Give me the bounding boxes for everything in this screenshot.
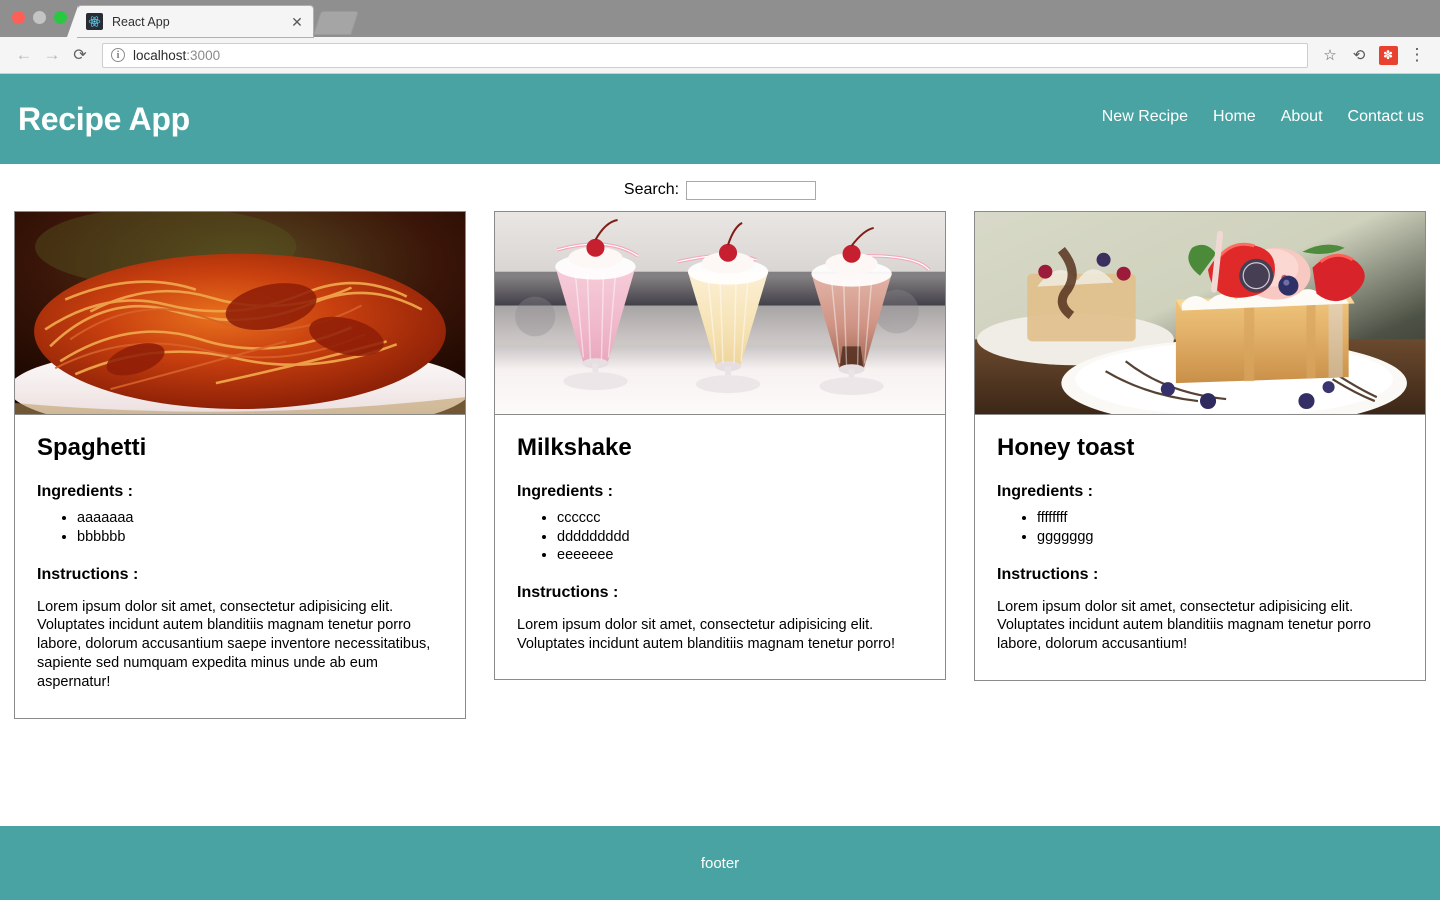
ingredients-list: aaaaaaa bbbbbb xyxy=(37,509,443,545)
instructions-label: Instructions : xyxy=(517,583,619,601)
instructions-text: Lorem ipsum dolor sit amet, consectetur … xyxy=(37,598,431,691)
maximize-window-button[interactable] xyxy=(54,11,67,24)
ingredients-list: cccccc ddddddddd eeeeeee xyxy=(517,509,923,563)
instructions-text: Lorem ipsum dolor sit amet, consectetur … xyxy=(997,598,1371,653)
search-input[interactable] xyxy=(686,180,817,200)
spaghetti-photo xyxy=(15,212,465,415)
browser-tab[interactable]: React App ✕ xyxy=(67,6,313,37)
minimize-window-button[interactable] xyxy=(33,11,46,24)
ingredients-list: ffffffff ggggggg xyxy=(997,509,1403,545)
page-title: Recipe App xyxy=(18,100,190,137)
main-navigation: New Recipe Home About Contact us xyxy=(1102,108,1424,130)
back-icon[interactable]: ← xyxy=(10,41,38,69)
browser-toolbar: ← → ⟳ i localhost:3000 ☆ ⟲ ✽ ⋮ xyxy=(0,37,1440,74)
site-info-icon[interactable]: i xyxy=(111,48,125,62)
list-item: eeeeeee xyxy=(557,546,923,564)
nav-link-contact-us[interactable]: Contact us xyxy=(1348,108,1424,126)
list-item: ggggggg xyxy=(1037,528,1403,546)
recipe-card: Milkshake Ingredients : cccccc ddddddddd… xyxy=(494,211,946,681)
tab-title: React App xyxy=(112,14,170,29)
nav-link-new-recipe[interactable]: New Recipe xyxy=(1102,108,1188,126)
footer-text: footer xyxy=(700,854,740,872)
close-tab-icon[interactable]: ✕ xyxy=(289,14,305,30)
honey-toast-photo xyxy=(975,212,1425,415)
new-tab-button[interactable] xyxy=(314,12,358,34)
recipe-title: Spaghetti xyxy=(37,434,147,461)
extension-button[interactable]: ✽ xyxy=(1375,42,1401,68)
url-port: :3000 xyxy=(186,47,221,63)
recipe-card-body: Spaghetti Ingredients : aaaaaaa bbbbbb I… xyxy=(15,415,465,718)
list-item: ddddddddd xyxy=(557,528,923,546)
browser-window: React App ✕ ← → ⟳ i localhost:3000 ☆ ⟲ ✽… xyxy=(0,0,1440,900)
reload-icon[interactable]: ⟳ xyxy=(66,41,94,69)
recipe-card-body: Honey toast Ingredients : ffffffff ggggg… xyxy=(975,415,1425,680)
url-text: localhost:3000 xyxy=(133,48,220,63)
recipe-title: Milkshake xyxy=(517,434,632,461)
ingredients-label: Ingredients : xyxy=(517,483,614,501)
list-item: ffffffff xyxy=(1037,509,1403,527)
history-icon[interactable]: ⟲ xyxy=(1346,42,1372,68)
ingredients-label: Ingredients : xyxy=(997,483,1094,501)
browser-tab-strip: React App ✕ xyxy=(0,0,1440,37)
ingredients-label: Ingredients : xyxy=(37,483,134,501)
recipe-list: Spaghetti Ingredients : aaaaaaa bbbbbb I… xyxy=(0,206,1440,719)
recipe-card: Honey toast Ingredients : ffffffff ggggg… xyxy=(974,211,1426,682)
recipe-card-body: Milkshake Ingredients : cccccc ddddddddd… xyxy=(495,415,945,679)
bookmark-star-icon[interactable]: ☆ xyxy=(1317,42,1343,68)
browser-menu-icon[interactable]: ⋮ xyxy=(1404,42,1430,68)
recipe-card: Spaghetti Ingredients : aaaaaaa bbbbbb I… xyxy=(14,211,466,719)
search-label: Search: xyxy=(623,181,680,198)
page-footer: footer xyxy=(0,826,1440,900)
extension-icon: ✽ xyxy=(1378,45,1398,65)
nav-link-about[interactable]: About xyxy=(1281,108,1323,126)
instructions-text: Lorem ipsum dolor sit amet, consectetur … xyxy=(517,616,896,652)
window-controls xyxy=(12,11,67,24)
list-item: cccccc xyxy=(557,509,923,527)
recipe-title: Honey toast xyxy=(997,434,1135,461)
list-item: aaaaaaa xyxy=(77,509,443,527)
instructions-label: Instructions : xyxy=(37,565,139,583)
react-logo-icon xyxy=(86,13,103,30)
instructions-label: Instructions : xyxy=(997,565,1099,583)
search-row: Search: xyxy=(0,164,1440,206)
list-item: bbbbbb xyxy=(77,528,443,546)
close-window-button[interactable] xyxy=(12,11,25,24)
nav-link-home[interactable]: Home xyxy=(1213,108,1256,126)
forward-icon[interactable]: → xyxy=(38,41,66,69)
url-host: localhost xyxy=(133,47,187,63)
milkshake-photo xyxy=(495,212,945,415)
page-content: Recipe App New Recipe Home About Contact… xyxy=(0,74,1440,900)
app-header: Recipe App New Recipe Home About Contact… xyxy=(0,74,1440,164)
address-bar[interactable]: i localhost:3000 xyxy=(102,42,1308,68)
